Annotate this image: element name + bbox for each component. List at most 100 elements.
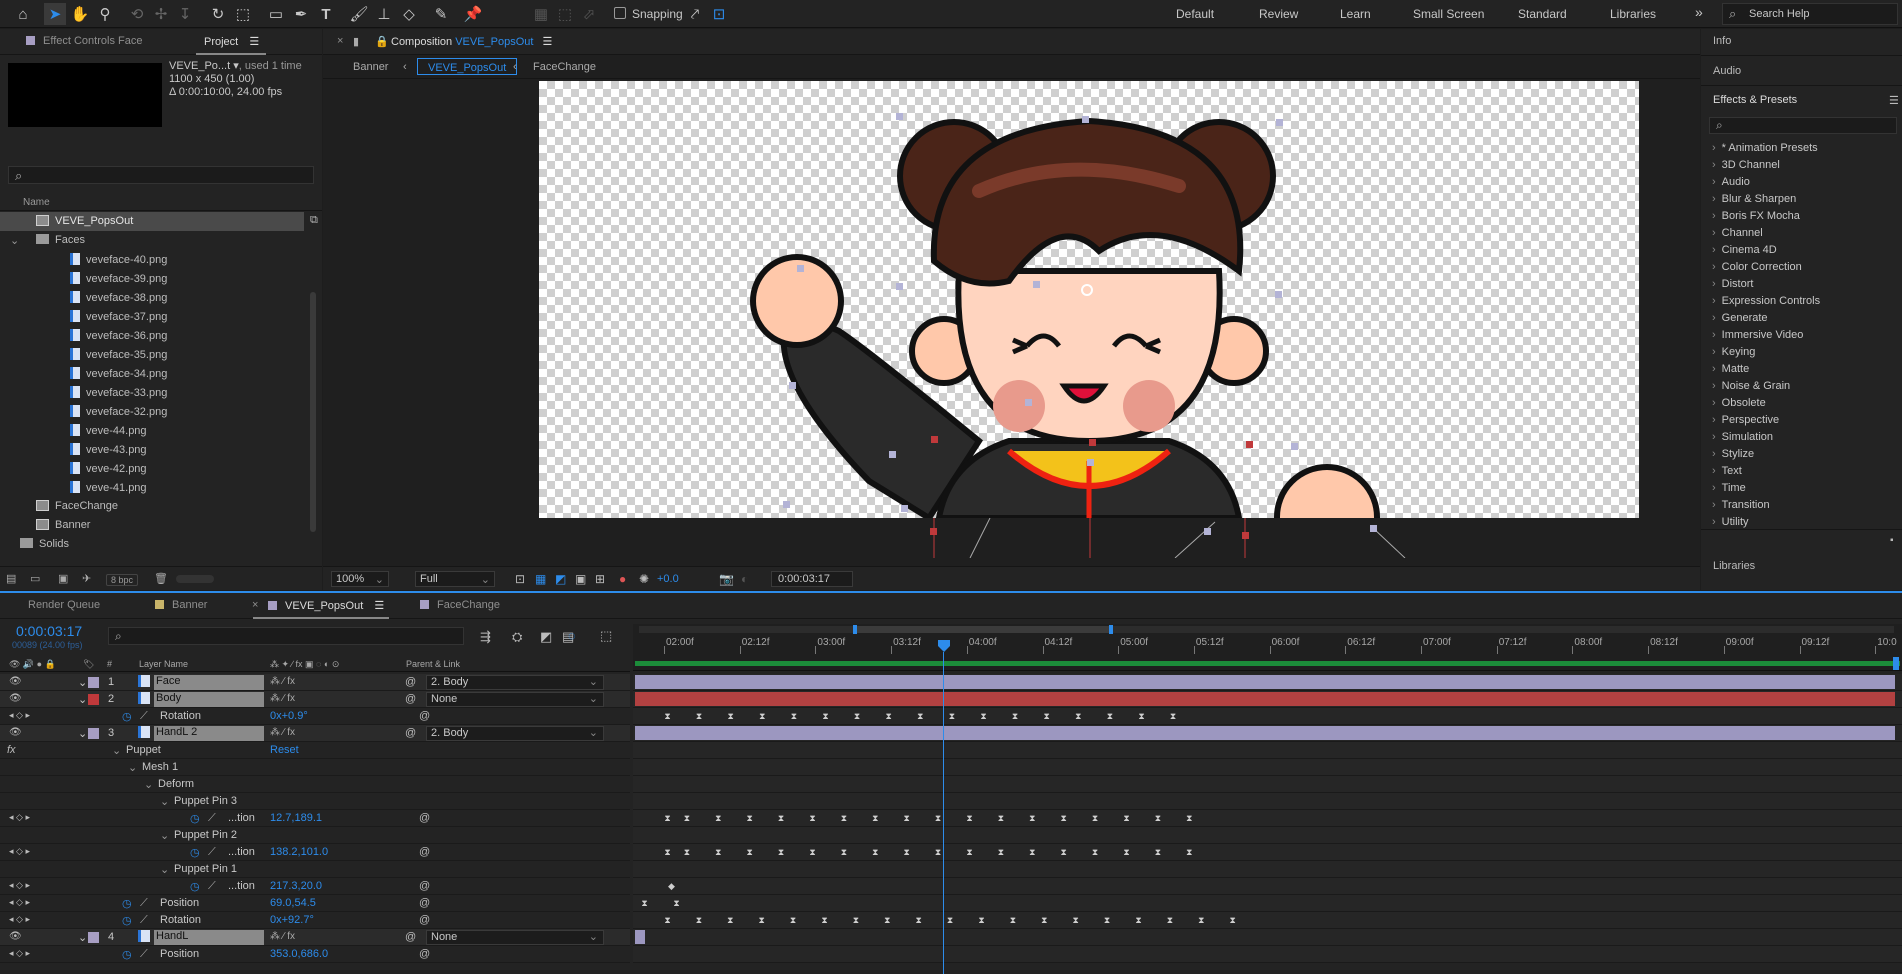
keyframe[interactable]: ⧗	[715, 848, 722, 857]
project-item[interactable]: veveface-37.png	[0, 307, 304, 326]
keyframe[interactable]: ⧗	[1075, 712, 1082, 721]
column-num[interactable]: #	[107, 659, 112, 669]
keyframe[interactable]: ⧗	[980, 712, 987, 721]
bit-depth-button[interactable]: 8 bpc	[106, 574, 139, 586]
composition-viewer[interactable]	[539, 81, 1639, 518]
parent-dropdown[interactable]: None ⌄	[426, 930, 604, 945]
keyframe[interactable]: ⧗	[1092, 814, 1099, 823]
hand-tool-icon[interactable]: ✋	[69, 3, 91, 25]
project-item[interactable]: veve-41.png	[0, 478, 304, 497]
track-row[interactable]	[633, 725, 1902, 742]
keyframe-navigator-icons[interactable]: ◂ ◇ ▸	[9, 914, 30, 925]
property-row[interactable]: ⌄ Deform	[0, 776, 630, 793]
property-row[interactable]: ◂ ◇ ▸ ◷ ⟋ Position 353.0,686.0 @	[0, 946, 630, 963]
keyframe[interactable]: ⧗	[1138, 712, 1145, 721]
new-bin-icon[interactable]: ▪	[1890, 535, 1894, 546]
keyframe[interactable]: ⧗	[948, 712, 955, 721]
effects-category[interactable]: Blur & Sharpen	[1712, 193, 1797, 205]
keyframe[interactable]: ⧗	[696, 712, 703, 721]
stopwatch-icon[interactable]: ◷	[122, 897, 132, 910]
pickwhip-icon[interactable]: @	[419, 880, 430, 892]
effects-category[interactable]: Cinema 4D	[1712, 244, 1777, 256]
project-item[interactable]: Banner	[0, 516, 304, 535]
track-row[interactable]: ⧗ ⧗ ⧗ ⧗ ⧗ ⧗ ⧗ ⧗ ⧗ ⧗ ⧗ ⧗ ⧗ ⧗ ⧗ ⧗ ⧗ ⧗ ⧗	[633, 912, 1902, 929]
keyframe[interactable]: ⧗	[1186, 814, 1193, 823]
track-row[interactable]	[633, 827, 1902, 844]
track-row[interactable]	[633, 929, 1902, 946]
chevron-down-icon[interactable]: ⌄	[128, 761, 137, 774]
effects-category[interactable]: Time	[1712, 482, 1746, 494]
effects-category[interactable]: Expression Controls	[1712, 295, 1820, 307]
keyframe[interactable]: ⧗	[997, 848, 1004, 857]
keyframe[interactable]: ⧗	[1041, 916, 1048, 925]
effects-category[interactable]: Obsolete	[1712, 397, 1766, 409]
project-item[interactable]: VEVE_PopsOut	[0, 212, 304, 231]
property-value[interactable]: 0x+0.9°	[270, 710, 308, 722]
effects-category[interactable]: Utility	[1712, 516, 1749, 528]
layer-switches-icons[interactable]: ⁂ ∕ fx	[270, 676, 295, 687]
layer-expand-chevron-icon[interactable]: ⌄	[78, 676, 87, 689]
keyframe-navigator-icons[interactable]: ◂ ◇ ▸	[9, 710, 30, 721]
grid-guides-icon[interactable]: ⊞	[595, 572, 605, 586]
axis-local-icon[interactable]: ▦	[530, 3, 552, 25]
libraries-panel-header[interactable]: Libraries	[1713, 560, 1755, 572]
keyframe-navigator-icons[interactable]: ◂ ◇ ▸	[9, 880, 30, 891]
interpret-footage-icon[interactable]: ▤	[6, 572, 16, 585]
keyframe[interactable]: ⧗	[997, 814, 1004, 823]
roto-brush-tool-icon[interactable]: ✎	[430, 3, 452, 25]
keyframe[interactable]: ⧗	[1135, 916, 1142, 925]
clone-stamp-tool-icon[interactable]: ⊥	[373, 3, 395, 25]
project-item[interactable]: veveface-32.png	[0, 402, 304, 421]
property-row[interactable]: ◂ ◇ ▸ ◷ ⟋ Rotation 0x+92.7° @	[0, 912, 630, 929]
layer-duration-bar[interactable]	[635, 692, 1895, 706]
property-value[interactable]: 69.0,54.5	[270, 897, 316, 909]
effects-search-input[interactable]: ⌕	[1709, 117, 1897, 134]
stopwatch-icon[interactable]: ◷	[190, 812, 200, 825]
rectangle-tool-icon[interactable]: ▭	[265, 3, 287, 25]
selection-tool-icon[interactable]: ➤	[44, 3, 66, 25]
project-item[interactable]: veveface-35.png	[0, 345, 304, 364]
effects-presets-header[interactable]: Effects & Presets	[1713, 94, 1797, 106]
thumbnail-slider[interactable]	[176, 575, 214, 583]
puppet-pin-tool-icon[interactable]: 📌	[462, 3, 484, 25]
layer-switches-icons[interactable]: ⁂ ∕ fx	[270, 931, 295, 942]
project-item[interactable]: veve-42.png	[0, 459, 304, 478]
track-row[interactable]	[633, 776, 1902, 793]
timeline-search-input[interactable]: ⌕	[108, 627, 464, 645]
parent-dropdown[interactable]: 2. Body ⌄	[426, 726, 604, 741]
keyframe[interactable]: ⧗	[673, 899, 680, 908]
flowchart-icon[interactable]: ⧉	[310, 214, 318, 227]
pickwhip-icon[interactable]: @	[419, 914, 430, 926]
chevron-down-icon[interactable]: ⌄	[144, 778, 153, 791]
show-channel-icon[interactable]: ●	[619, 572, 626, 586]
keyframe[interactable]: ⧗	[1123, 814, 1130, 823]
switches-icons[interactable]: ⁂ ✦ ∕ fx ▣ ◌ ◐ ⊙	[270, 659, 339, 670]
keyframe[interactable]: ⧗	[1166, 916, 1173, 925]
project-item[interactable]: ⌄ Faces	[0, 231, 304, 250]
pan-camera-icon[interactable]: ✢	[150, 3, 172, 25]
playhead-handle[interactable]	[938, 640, 950, 652]
project-item[interactable]: veveface-36.png	[0, 326, 304, 345]
region-of-interest-icon[interactable]: ▣	[575, 572, 586, 586]
keyframe[interactable]: ⧗	[778, 848, 785, 857]
dolly-camera-icon[interactable]: ↧	[174, 3, 196, 25]
keyframe[interactable]: ⧗	[1043, 712, 1050, 721]
eye-icon[interactable]: 👁	[9, 693, 22, 704]
layer-row[interactable]: 👁 ⌄ 2 Body ⁂ ∕ fx @ None ⌄	[0, 691, 630, 708]
eye-icon[interactable]: 👁	[9, 676, 22, 687]
keyframe[interactable]: ⧗	[1123, 848, 1130, 857]
close-tab-icon[interactable]: ×	[252, 599, 258, 611]
label-column-icon[interactable]: 🏷	[83, 659, 94, 670]
keyframe[interactable]: ⧗	[1029, 848, 1036, 857]
label-color-swatch[interactable]	[88, 728, 99, 739]
layer-row[interactable]: 👁 ⌄ 3 HandL 2 ⁂ ∕ fx @2. Body ⌄	[0, 725, 630, 742]
stopwatch-icon[interactable]: ◷	[190, 846, 200, 859]
track-row[interactable]	[633, 946, 1902, 963]
keyframe[interactable]: ⧗	[790, 916, 797, 925]
keyframe[interactable]: ⧗	[840, 848, 847, 857]
effects-category[interactable]: Stylize	[1712, 448, 1754, 460]
graph-icon[interactable]: ⟋	[140, 948, 148, 961]
axis-world-icon[interactable]: ⬚	[554, 3, 576, 25]
close-tab-icon[interactable]: ×	[337, 35, 343, 47]
track-row[interactable]: ◆	[633, 878, 1902, 895]
